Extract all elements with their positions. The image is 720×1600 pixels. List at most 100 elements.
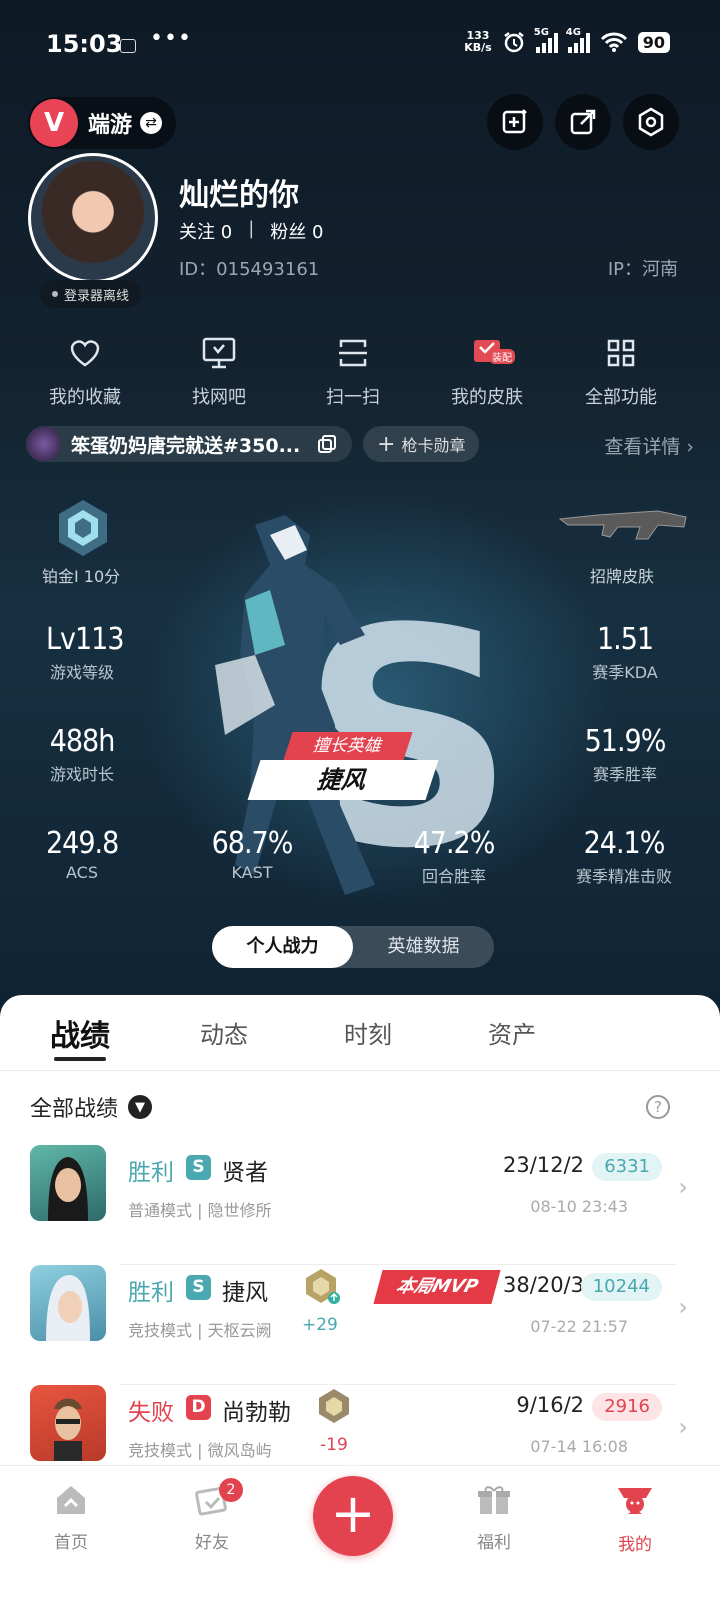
agent-jett-portrait — [30, 1265, 106, 1341]
stats-toggle: 个人战力 英雄数据 — [212, 926, 494, 968]
nav-welfare[interactable]: 福利 — [449, 1484, 539, 1553]
stat-hours: 488h 游戏时长 — [49, 724, 116, 784]
match-date: 07-14 16:08 — [530, 1437, 628, 1456]
agent-chamber-portrait — [30, 1385, 106, 1461]
rank-icon — [319, 1389, 349, 1423]
match-kda: 23/12/2 — [503, 1153, 584, 1177]
signal-4g-icon: 4G — [566, 27, 590, 53]
stat-acs: 249.8 ACS — [46, 826, 119, 882]
share-button[interactable] — [555, 94, 611, 150]
shortcut-all-functions[interactable]: 全部功能 — [556, 335, 686, 409]
match-result: 失败 — [128, 1400, 174, 1426]
game-switcher[interactable]: V 端游 ⇄ — [28, 97, 176, 149]
copy-icon[interactable] — [317, 434, 337, 454]
match-row[interactable]: 胜利 S 捷风 竞技模式 | 天枢云阙 +29 本局MVP 38/20/3 10… — [0, 1265, 720, 1385]
stat-kda: 1.51 赛季KDA — [592, 622, 658, 682]
stat-winrate: 51.9% 赛季胜率 — [584, 724, 667, 784]
status-time: 15:03 — [46, 30, 123, 58]
chevron-right-icon: › — [686, 436, 694, 458]
records-filter[interactable]: 全部战绩 ▼ — [30, 1091, 153, 1123]
agent-face-icon — [54, 1398, 82, 1461]
signal-5g-icon: 5G — [534, 27, 558, 53]
status-dot-icon — [52, 291, 58, 297]
match-kda: 9/16/2 — [516, 1393, 584, 1417]
edit-card-icon — [502, 109, 527, 134]
nickname: 灿烂的你 — [179, 178, 299, 213]
plus-icon: + — [377, 431, 396, 457]
match-mode: 竞技模式 | 微风岛屿 — [128, 1441, 272, 1460]
gift-icon — [478, 1486, 510, 1514]
create-plus-button[interactable]: + — [313, 1476, 393, 1556]
heart-icon — [70, 340, 100, 367]
scan-icon — [339, 339, 367, 367]
agent-face-icon — [48, 1157, 88, 1221]
chevron-right-icon: › — [678, 1293, 688, 1321]
fans[interactable]: 粉丝 0 — [270, 218, 323, 244]
shortcut-favorites[interactable]: 我的收藏 — [20, 335, 150, 409]
ip-location: IP：河南 — [607, 259, 678, 280]
best-hero-badge[interactable]: 擅长英雄 捷风 — [247, 732, 444, 800]
match-agent: 贤者 — [222, 1160, 268, 1186]
player-title: 笨蛋奶妈唐完就送#350... — [71, 434, 301, 457]
match-agent: 尚勃勒 — [222, 1400, 291, 1426]
rank-delta: +29 — [302, 1315, 338, 1335]
equip-tag: 装配 — [489, 349, 515, 364]
nav-mine[interactable]: 我的 — [590, 1484, 680, 1555]
share-icon — [570, 109, 596, 135]
status-icons: 133 KB/s 5G 4G 90 — [464, 27, 670, 54]
match-grade: S — [186, 1155, 211, 1180]
rank-up-icon — [306, 1269, 340, 1304]
avatar[interactable] — [28, 153, 158, 283]
match-date: 08-10 23:43 — [530, 1197, 628, 1216]
help-icon[interactable]: ? — [646, 1095, 670, 1119]
battery-indicator: 90 — [637, 31, 670, 53]
tab-assets[interactable]: 资产 — [488, 1015, 536, 1050]
monitor-icon — [202, 337, 236, 369]
shortcut-my-skins[interactable]: 装配 我的皮肤 — [422, 335, 552, 409]
stat-round-winrate: 47.2% 回合胜率 — [413, 826, 496, 886]
status-notification-icon — [120, 39, 136, 53]
toggle-personal-power[interactable]: 个人战力 — [212, 926, 353, 968]
follow-separator: | — [248, 218, 255, 239]
settings-button[interactable] — [623, 94, 679, 150]
stat-headshot: 24.1% 赛季精准击败 — [575, 826, 672, 886]
chevron-down-icon: ▼ — [128, 1095, 153, 1119]
swap-icon: ⇄ — [140, 112, 163, 134]
nav-home[interactable]: 首页 — [26, 1484, 116, 1553]
following[interactable]: 关注 0 — [179, 218, 232, 244]
rifle-skin-icon — [558, 510, 687, 540]
card-medal-chip[interactable]: + 枪卡勋章 — [363, 426, 480, 462]
title-avatar — [27, 427, 61, 461]
view-details-link[interactable]: 查看详情 › — [604, 432, 694, 459]
edit-card-button[interactable] — [487, 94, 543, 150]
grid-icon — [607, 339, 635, 367]
player-title-chip[interactable]: 笨蛋奶妈唐完就送#350... — [26, 426, 352, 462]
wifi-icon — [600, 32, 627, 52]
tab-feed[interactable]: 动态 — [200, 1015, 248, 1050]
nav-friends[interactable]: 2 好友 — [167, 1478, 257, 1553]
login-status-badge: 登录器离线 — [40, 280, 142, 308]
match-row[interactable]: 胜利 S 贤者 普通模式 | 隐世修所 23/12/2 6331 08-10 2… — [0, 1145, 720, 1265]
match-result: 胜利 — [128, 1160, 174, 1186]
stat-level: Lv113 游戏等级 — [46, 622, 125, 682]
valorant-logo-icon: V — [30, 99, 78, 147]
status-bar: 15:03 ••• 133 KB/s 5G 4G 90 — [0, 0, 720, 90]
status-more-dots: ••• — [150, 26, 192, 51]
match-date: 07-22 21:57 — [530, 1317, 628, 1336]
tab-bar: 战绩 动态 时刻 资产 — [0, 995, 720, 1071]
match-agent: 捷风 — [222, 1280, 268, 1306]
chevron-right-icon: › — [678, 1413, 688, 1441]
tab-underline — [54, 1057, 106, 1061]
shortcut-find-cafe[interactable]: 找网吧 — [154, 335, 284, 409]
toggle-hero-data[interactable]: 英雄数据 — [353, 926, 494, 968]
match-result: 胜利 — [128, 1280, 174, 1306]
match-grade: S — [186, 1275, 211, 1300]
rank-label: 铂金I 10分 — [42, 567, 121, 586]
match-kda: 38/20/3 — [503, 1273, 584, 1297]
tab-records[interactable]: 战绩 — [50, 1011, 110, 1055]
match-grade: D — [186, 1395, 211, 1420]
alarm-icon — [503, 32, 524, 53]
shortcut-scan[interactable]: 扫一扫 — [288, 335, 418, 409]
tab-moments[interactable]: 时刻 — [344, 1015, 392, 1050]
match-score: 2916 — [592, 1393, 662, 1421]
